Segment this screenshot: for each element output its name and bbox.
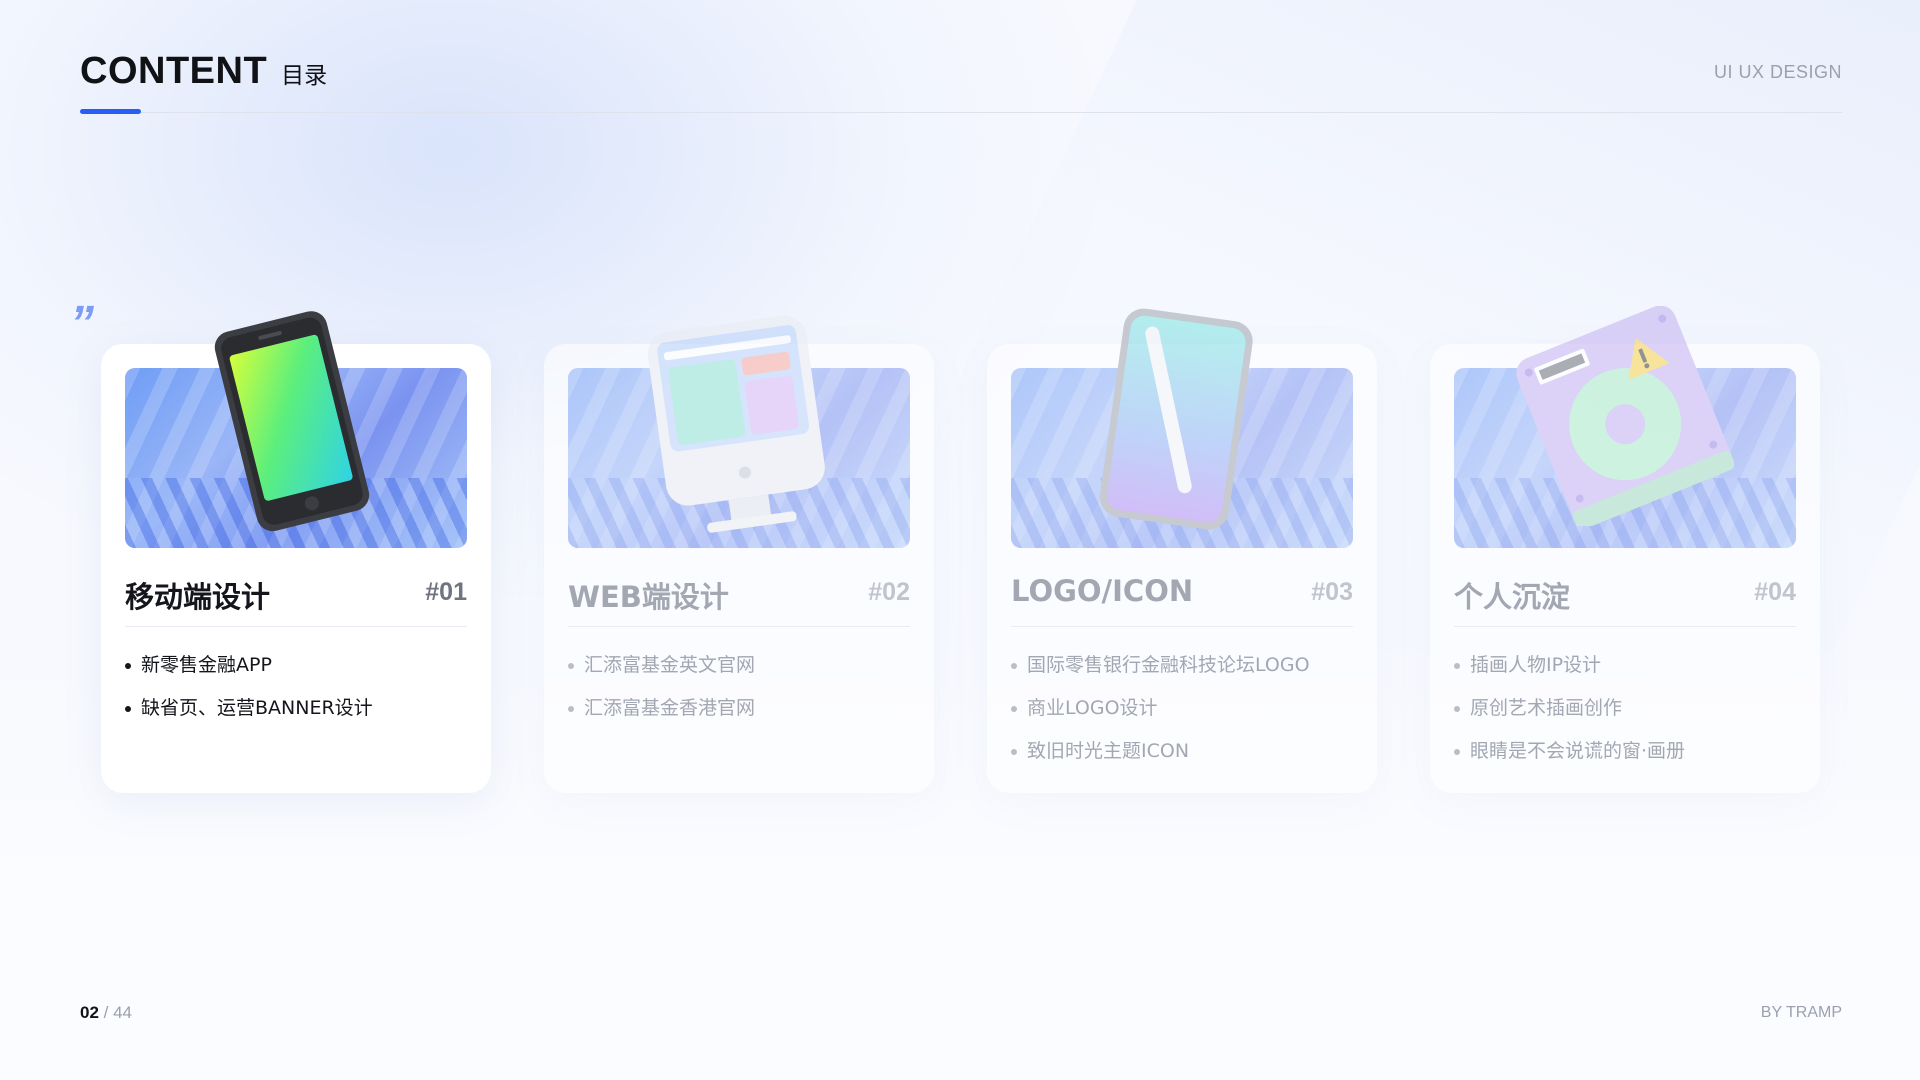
total-pages: 44: [113, 1003, 133, 1022]
page-title-zh: 目录: [281, 63, 328, 89]
card-number: #02: [868, 578, 910, 606]
header-subtitle: UI UX DESIGN: [1713, 62, 1842, 82]
page-title-en: CONTENT: [80, 50, 268, 92]
author-credit: BY TRAMP: [1760, 1004, 1842, 1021]
list-item: 汇添富基金香港官网: [568, 687, 755, 730]
card-title: LOGO/ICON: [1011, 574, 1194, 608]
card-web-design[interactable]: WEB端设计 #02 汇添富基金英文官网 汇添富基金香港官网: [544, 315, 934, 793]
hard-drive-icon: [1516, 306, 1734, 526]
list-item: 商业LOGO设计: [1011, 687, 1310, 730]
card-number: #03: [1311, 578, 1353, 606]
card-item-list: 插画人物IP设计 原创艺术插画创作 眼睛是不会说谎的窗·画册: [1454, 644, 1685, 773]
card-visual: [1454, 306, 1796, 548]
card-logo-icon[interactable]: LOGO/ICON #03 国际零售银行金融科技论坛LOGO 商业LOGO设计 …: [987, 308, 1377, 793]
desktop-monitor-icon: [647, 315, 825, 533]
list-item: 致旧时光主题ICON: [1011, 730, 1310, 773]
list-item: 新零售金融APP: [125, 644, 373, 687]
smartphone-icon: [214, 311, 370, 532]
card-divider: [1011, 626, 1353, 627]
list-item: 眼睛是不会说谎的窗·画册: [1454, 730, 1685, 773]
card-title: WEB端设计: [568, 580, 729, 614]
card-number: #04: [1754, 578, 1796, 606]
list-item: 原创艺术插画创作: [1454, 687, 1685, 730]
page-separator: /: [98, 1003, 114, 1022]
list-item: 国际零售银行金融科技论坛LOGO: [1011, 644, 1310, 687]
card-visual: [125, 311, 467, 548]
card-item-list: 国际零售银行金融科技论坛LOGO 商业LOGO设计 致旧时光主题ICON: [1011, 644, 1310, 773]
header-accent-bar: [80, 109, 141, 114]
page-indicator: 02 / 44: [80, 1003, 132, 1023]
list-item: 插画人物IP设计: [1454, 644, 1685, 687]
card-item-list: 新零售金融APP 缺省页、运营BANNER设计: [125, 644, 373, 730]
tablet-pen-icon: [1099, 308, 1253, 530]
list-item: 汇添富基金英文官网: [568, 644, 755, 687]
card-personal-work[interactable]: 个人沉淀 #04 插画人物IP设计 原创艺术插画创作 眼睛是不会说谎的窗·画册: [1430, 306, 1820, 793]
card-title: 移动端设计: [125, 580, 271, 614]
current-page: 02: [80, 1003, 99, 1022]
quote-mark-icon: ”: [70, 297, 94, 350]
card-mobile-design[interactable]: 移动端设计 #01 新零售金融APP 缺省页、运营BANNER设计: [101, 311, 491, 793]
card-visual: [568, 315, 910, 548]
page-title: CONTENT 目录: [80, 50, 327, 93]
card-title: 个人沉淀: [1454, 580, 1571, 614]
card-item-list: 汇添富基金英文官网 汇添富基金香港官网: [568, 644, 755, 730]
header-divider: [80, 112, 1842, 113]
card-divider: [1454, 626, 1796, 627]
card-number: #01: [425, 578, 467, 606]
card-visual: [1011, 308, 1353, 548]
card-divider: [125, 626, 467, 627]
card-divider: [568, 626, 910, 627]
list-item: 缺省页、运营BANNER设计: [125, 687, 373, 730]
